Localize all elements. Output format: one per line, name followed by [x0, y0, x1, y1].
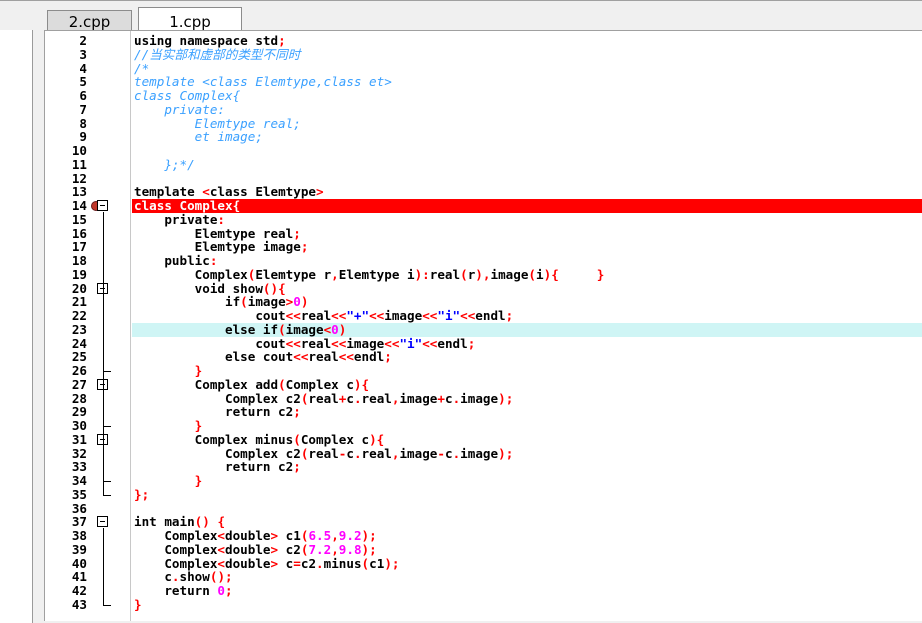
line-number: 38	[71, 528, 87, 543]
line-number: 27	[71, 376, 87, 392]
code-line[interactable]: 42 return 0;	[45, 584, 922, 598]
code-line[interactable]: 9 et image;	[45, 130, 922, 144]
code-line[interactable]: 15 private:	[45, 211, 922, 227]
code-text: Complex<double> c2(7.2,9.8);	[134, 541, 377, 557]
code-editor[interactable]: 2 using namespace std; 3//当实部和虚部的类型不同时 4/* 5…	[44, 30, 922, 621]
line-number: 18	[71, 253, 87, 268]
fold-guide	[103, 445, 104, 481]
fold-end-mark	[103, 426, 111, 427]
code-text: Complex add(Complex c){	[134, 376, 370, 392]
fold-end-mark	[103, 494, 111, 496]
line-number: 19	[71, 266, 87, 282]
line-number: 15	[71, 211, 87, 227]
code-text: };*/	[134, 156, 195, 172]
code-line[interactable]: 11 };*/	[45, 156, 922, 172]
tab-2cpp[interactable]: 2.cpp	[47, 10, 132, 31]
code-line[interactable]: 34 }	[45, 474, 922, 488]
fold-end-mark	[103, 371, 111, 372]
line-number: 42	[71, 583, 87, 598]
code-text: private:	[134, 211, 225, 227]
code-line[interactable]: 27 Complex add(Complex c){	[45, 376, 922, 392]
line-number: 11	[71, 156, 87, 172]
code-line[interactable]: 35};	[45, 486, 922, 502]
code-text: return 0;	[134, 583, 233, 598]
line-number: 31	[71, 431, 87, 447]
code-text: public:	[134, 253, 218, 268]
error-line-highlight	[132, 199, 922, 213]
fold-end-mark	[103, 604, 111, 606]
code-line[interactable]: 14 class Complex{	[45, 199, 922, 213]
line-number: 26	[71, 363, 87, 378]
code-line[interactable]: 31 Complex minus(Complex c){	[45, 431, 922, 447]
line-number: 2	[79, 33, 87, 48]
fold-toggle-icon[interactable]	[97, 516, 108, 528]
code-text: Complex(Elemtype r,Elemtype i):real(r),i…	[134, 266, 605, 282]
code-line[interactable]: 19 Complex(Elemtype r,Elemtype i):real(r…	[45, 266, 922, 282]
code-line[interactable]: 3 //当实部和虚部的类型不同时	[45, 46, 922, 62]
line-number: 43	[71, 596, 87, 612]
code-text: else if(image<0)	[134, 321, 347, 337]
line-number: 22	[71, 308, 87, 323]
fold-guide	[103, 294, 104, 371]
line-number: 35	[71, 486, 87, 502]
code-text: }	[194, 418, 203, 433]
fold-guide	[103, 528, 104, 605]
line-number: 6	[79, 88, 87, 103]
code-text: //当实部和虚部的类型不同时	[134, 46, 301, 62]
code-line[interactable]: 26 }	[45, 364, 922, 378]
line-number: 34	[71, 473, 87, 488]
code-text: }	[194, 363, 203, 378]
code-line[interactable]: 39 Complex<double> c2(7.2,9.8);	[45, 541, 922, 557]
code-line[interactable]: 22 cout<<real<<"+"<<image<<"i"<<endl;	[45, 309, 922, 323]
line-number: 14	[71, 198, 87, 213]
code-text: }	[134, 596, 142, 612]
tab-1cpp[interactable]: 1.cpp	[138, 7, 242, 32]
left-panel	[0, 30, 33, 623]
line-number: 10	[71, 143, 87, 158]
line-number: 7	[79, 101, 87, 117]
code-line[interactable]: 38 Complex<double> c1(6.5,9.2);	[45, 529, 922, 543]
fold-toggle-icon[interactable]	[97, 200, 108, 211]
code-line[interactable]: 23 else if(image<0)	[45, 321, 922, 337]
code-text: et image;	[134, 129, 263, 145]
line-number: 39	[71, 541, 87, 557]
fold-end-mark	[103, 481, 111, 482]
line-number: 3	[79, 46, 87, 62]
code-text: Complex minus(Complex c){	[134, 431, 385, 447]
line-number: 23	[71, 321, 87, 337]
code-line[interactable]: 43}	[45, 596, 922, 612]
code-text: };	[134, 486, 150, 502]
code-line[interactable]: 30 }	[45, 419, 922, 433]
tab-bar: 2.cpp 1.cpp	[0, 0, 922, 32]
line-number: 30	[71, 418, 87, 433]
fold-guide	[103, 390, 104, 426]
